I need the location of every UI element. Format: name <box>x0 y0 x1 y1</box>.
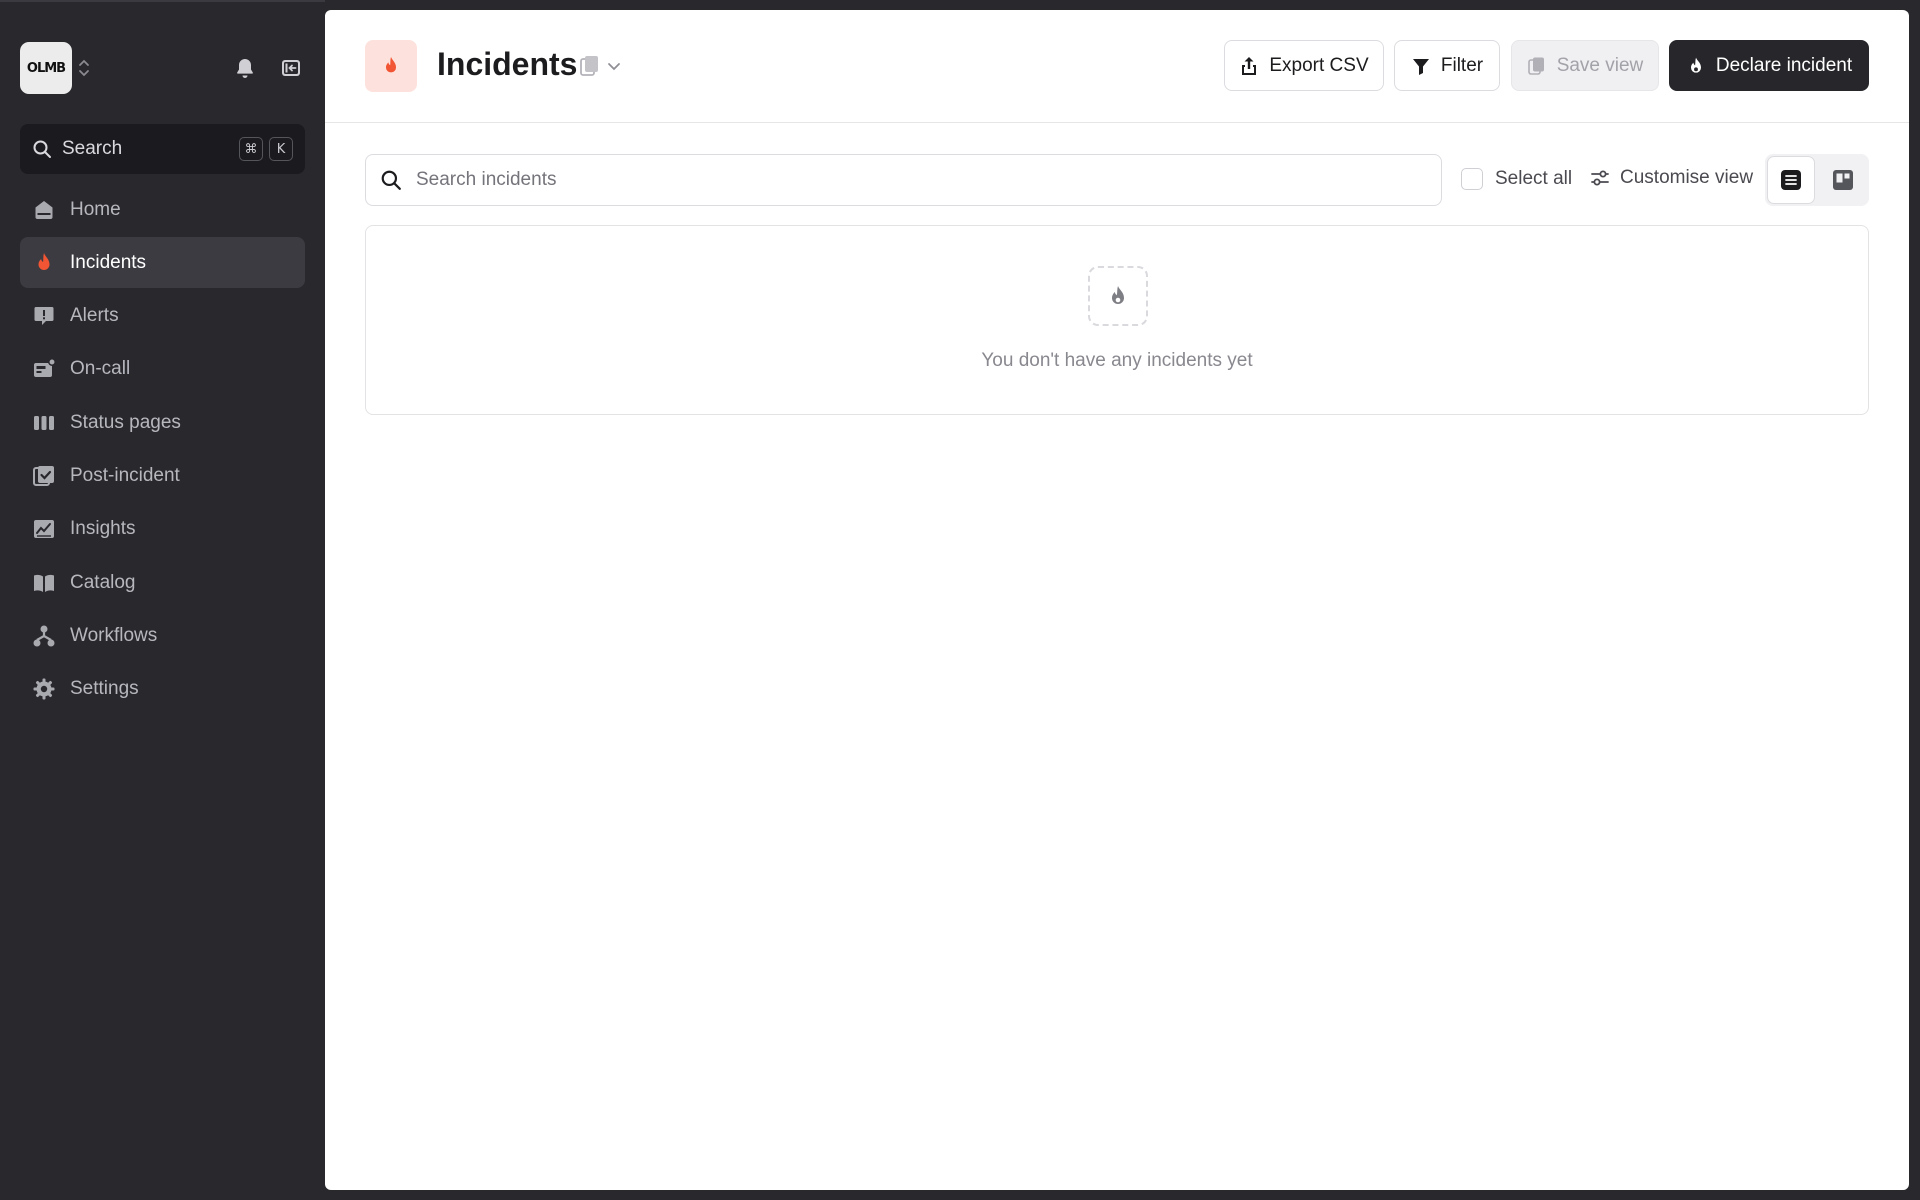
sidebar-item-settings[interactable]: Settings <box>20 664 305 715</box>
search-icon <box>33 140 51 158</box>
export-csv-label: Export CSV <box>1269 54 1369 76</box>
sliders-icon <box>1591 170 1609 186</box>
flame-icon <box>1112 286 1124 304</box>
filter-button[interactable]: Filter <box>1394 40 1500 91</box>
sidebar: OLMB Search ⌘ K Home Incidents Alerts On… <box>0 0 325 1200</box>
sidebar-search-label: Search <box>62 138 123 159</box>
sidebar-nav: Home Incidents Alerts On-call Status pag… <box>20 184 305 717</box>
sidebar-item-label: Home <box>70 198 121 220</box>
org-logo[interactable]: OLMB <box>20 42 72 94</box>
sidebar-item-label: Settings <box>70 678 139 700</box>
sidebar-item-label: Insights <box>70 518 136 540</box>
status-bars-icon <box>34 415 54 430</box>
sidebar-item-label: Catalog <box>70 571 136 593</box>
flame-icon <box>38 252 50 270</box>
save-view-button[interactable]: Save view <box>1511 40 1659 91</box>
board-view-icon <box>1833 170 1853 190</box>
save-view-icon <box>1527 57 1544 75</box>
page-header: Incidents Export CSV Filter Save view De… <box>325 10 1909 123</box>
select-all-label: Select all <box>1495 168 1573 189</box>
home-icon <box>35 200 53 219</box>
gear-icon <box>33 678 55 700</box>
sidebar-item-incidents[interactable]: Incidents <box>20 237 305 289</box>
collapse-sidebar-icon[interactable] <box>279 56 303 80</box>
bell-icon[interactable] <box>233 56 257 80</box>
checklist-icon <box>33 465 54 486</box>
flame-icon <box>1690 57 1701 73</box>
save-view-label: Save view <box>1556 54 1644 76</box>
saved-views-dropdown[interactable] <box>579 54 629 78</box>
sidebar-top: OLMB <box>20 42 305 94</box>
empty-state-flame-icon <box>1088 266 1148 326</box>
export-csv-button[interactable]: Export CSV <box>1224 40 1384 91</box>
sidebar-item-insights[interactable]: Insights <box>20 504 305 555</box>
list-view-icon <box>1781 170 1801 190</box>
sidebar-item-label: Incidents <box>70 251 147 273</box>
empty-state-message: You don't have any incidents yet <box>981 350 1253 371</box>
customise-view-button[interactable]: Customise view <box>1590 167 1753 189</box>
search-incidents-input[interactable]: Search incidents <box>365 154 1442 206</box>
sidebar-search[interactable]: Search ⌘ K <box>20 124 305 174</box>
book-icon <box>34 574 54 592</box>
select-all-control[interactable]: Select all <box>1461 168 1572 190</box>
workflow-icon <box>33 625 55 647</box>
select-all-checkbox[interactable] <box>1461 168 1483 190</box>
sidebar-item-status-pages[interactable]: Status pages <box>20 397 305 448</box>
org-switch-chevron-icon[interactable] <box>76 56 92 80</box>
alert-icon <box>34 307 54 326</box>
sidebar-item-workflows[interactable]: Workflows <box>20 610 305 661</box>
board-view-toggle[interactable] <box>1819 156 1867 204</box>
filter-icon <box>1412 58 1429 75</box>
layout-toggle <box>1765 154 1869 206</box>
shortcut-key-cmd: ⌘ <box>239 137 263 161</box>
search-incidents-placeholder: Search incidents <box>416 169 557 190</box>
sidebar-item-label: Workflows <box>70 624 158 646</box>
shortcut-key-k: K <box>269 137 293 161</box>
sidebar-item-alerts[interactable]: Alerts <box>20 291 305 342</box>
declare-incident-label: Declare incident <box>1715 54 1853 76</box>
declare-incident-button[interactable]: Declare incident <box>1669 40 1869 91</box>
sidebar-item-label: Post-incident <box>70 464 180 486</box>
chart-icon <box>34 520 54 539</box>
search-icon <box>381 170 401 190</box>
page-title: Incidents <box>437 46 578 82</box>
export-icon <box>1242 56 1257 75</box>
filter-label: Filter <box>1440 54 1484 76</box>
customise-view-label: Customise view <box>1620 167 1754 188</box>
main-panel: Incidents Export CSV Filter Save view De… <box>325 10 1909 1190</box>
sidebar-item-label: Status pages <box>70 411 181 433</box>
pager-icon <box>34 358 56 378</box>
sidebar-item-post-incident[interactable]: Post-incident <box>20 450 305 501</box>
app-window: OLMB Search ⌘ K Home Incidents Alerts On… <box>0 0 1920 1200</box>
list-view-toggle[interactable] <box>1767 156 1815 204</box>
sidebar-item-label: On-call <box>70 358 131 380</box>
sidebar-item-on-call[interactable]: On-call <box>20 344 305 395</box>
flame-icon <box>385 56 397 73</box>
incidents-empty-state: You don't have any incidents yet <box>365 225 1869 415</box>
sidebar-item-catalog[interactable]: Catalog <box>20 557 305 608</box>
sidebar-item-label: Alerts <box>70 305 119 327</box>
incidents-toolbar: Search incidents Select all Customise vi… <box>365 154 1869 206</box>
sidebar-item-home[interactable]: Home <box>20 184 305 235</box>
incidents-title-badge <box>365 40 417 92</box>
